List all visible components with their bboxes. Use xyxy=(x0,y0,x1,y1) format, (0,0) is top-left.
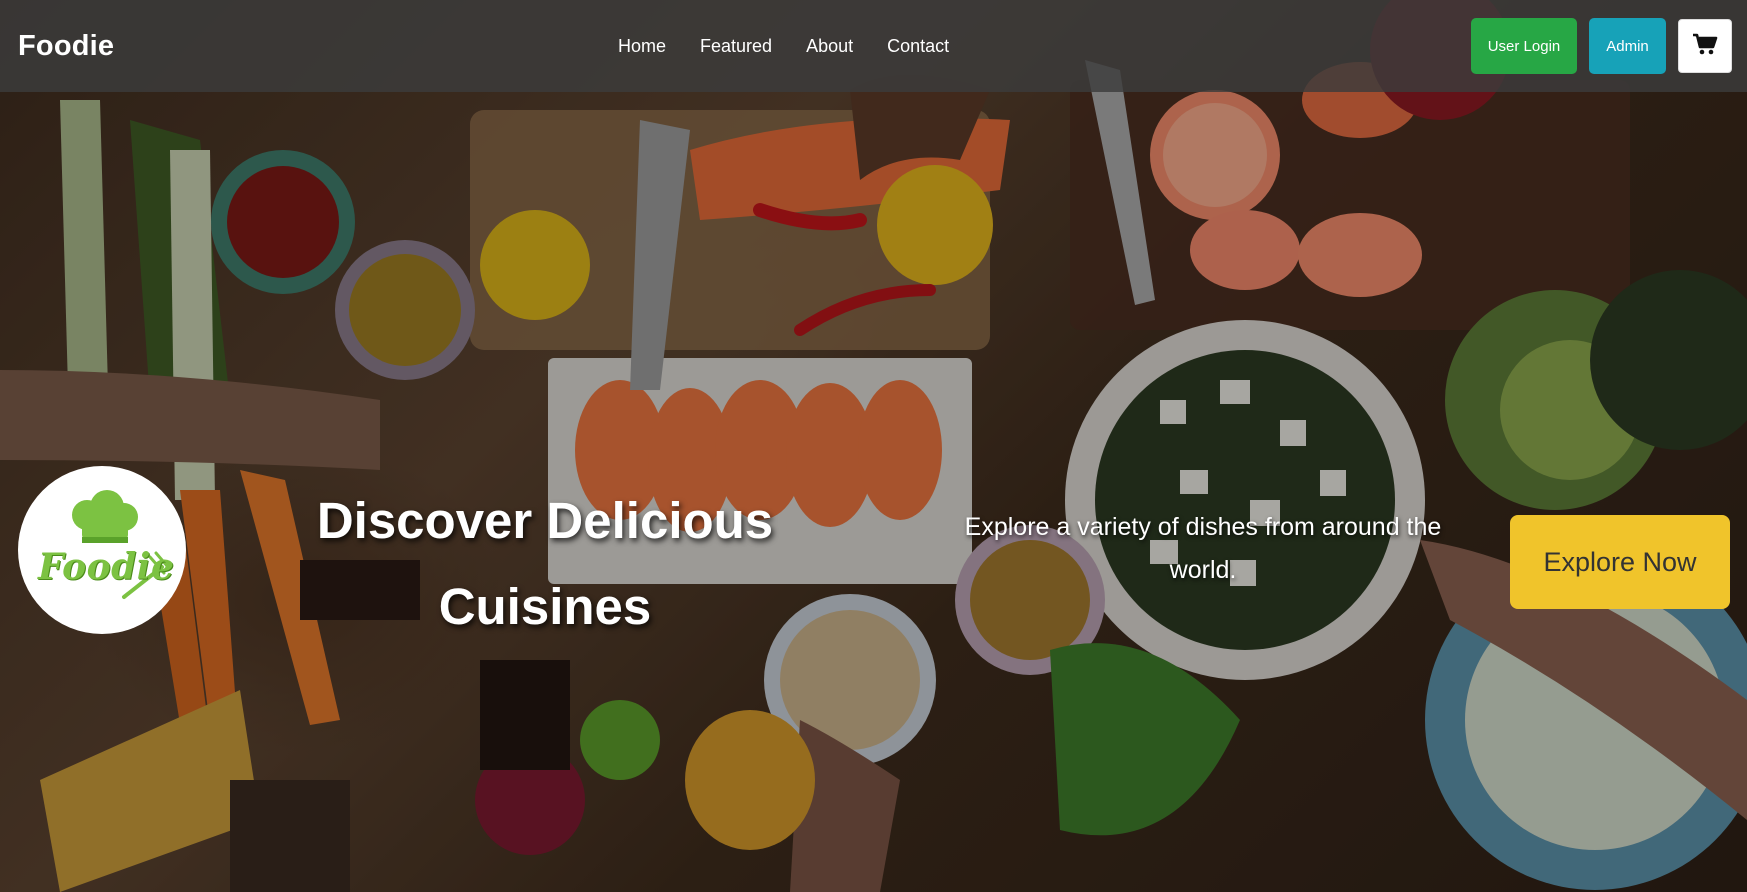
navbar: Foodie Home Featured About Contact User … xyxy=(0,0,1747,92)
hero-dark-overlay xyxy=(0,0,1747,892)
nav-link-contact[interactable]: Contact xyxy=(887,36,949,57)
cart-button[interactable] xyxy=(1678,19,1732,73)
nav-actions: User Login Admin xyxy=(1471,18,1732,74)
hero-title: Discover Delicious Cuisines xyxy=(316,492,774,635)
cart-icon xyxy=(1692,32,1718,60)
nav-link-home[interactable]: Home xyxy=(618,36,666,57)
logo-text: Foodie xyxy=(38,546,175,588)
nav-link-about[interactable]: About xyxy=(806,36,853,57)
nav-link-featured[interactable]: Featured xyxy=(700,36,772,57)
admin-button[interactable]: Admin xyxy=(1589,18,1666,74)
hero-logo: Foodie xyxy=(18,466,186,634)
user-login-button[interactable]: User Login xyxy=(1471,18,1577,74)
brand-logo[interactable]: Foodie xyxy=(18,30,618,63)
explore-now-button[interactable]: Explore Now xyxy=(1510,515,1730,609)
nav-links: Home Featured About Contact xyxy=(618,36,949,57)
hero-subtitle: Explore a variety of dishes from around … xyxy=(964,513,1442,584)
